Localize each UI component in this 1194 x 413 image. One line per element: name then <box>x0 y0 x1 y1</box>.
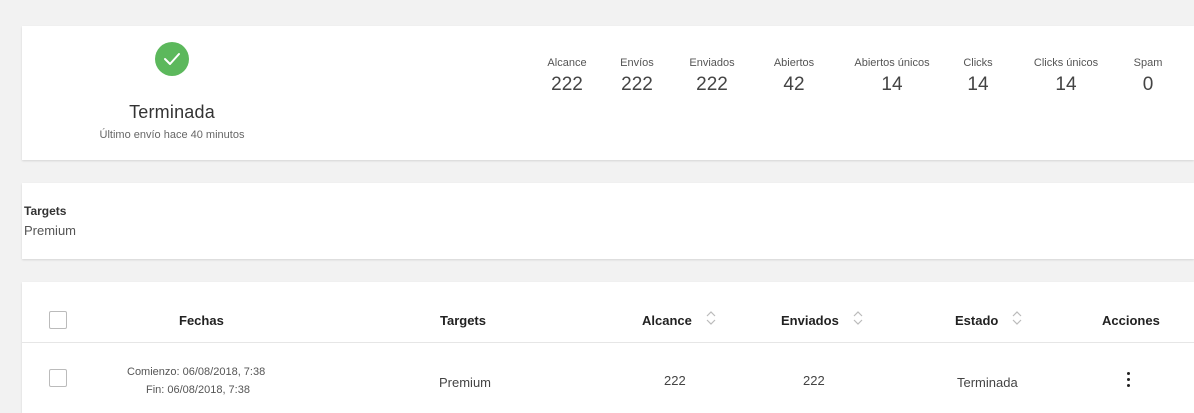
row-end-date: Fin: 06/08/2018, 7:38 <box>146 384 250 396</box>
stat-envios: Envíos 222 <box>617 57 657 96</box>
sends-table: Fechas Targets Alcance Enviados Estado A… <box>22 282 1194 413</box>
table-header-row: Fechas Targets Alcance Enviados Estado A… <box>22 282 1194 343</box>
header-enviados[interactable]: Enviados <box>781 310 863 329</box>
stat-value: 14 <box>967 74 989 95</box>
stat-label: Envíos <box>620 57 654 69</box>
stat-alcance: Alcance 222 <box>544 57 590 96</box>
row-start-date: Comienzo: 06/08/2018, 7:38 <box>127 366 266 378</box>
select-all-checkbox[interactable] <box>49 311 67 329</box>
stat-value: 42 <box>783 74 805 95</box>
sort-icon[interactable] <box>1012 310 1022 329</box>
stat-value: 14 <box>881 74 903 95</box>
campaign-summary-card: Terminada Último envío hace 40 minutos A… <box>22 26 1194 160</box>
check-icon <box>155 42 189 76</box>
stat-label: Clicks únicos <box>1033 57 1099 69</box>
stat-enviados: Enviados 222 <box>685 57 739 96</box>
stat-label: Clicks <box>963 57 993 69</box>
stat-value: 14 <box>1055 74 1077 95</box>
targets-value: Premium <box>24 223 77 238</box>
stat-value: 222 <box>621 74 653 95</box>
stat-clicks: Clicks 14 <box>960 57 996 96</box>
stat-label: Abiertos únicos <box>854 57 930 69</box>
stat-label: Spam <box>1133 57 1163 69</box>
row-alcance: 222 <box>664 373 686 388</box>
header-fechas: Fechas <box>179 313 224 328</box>
stat-value: 222 <box>551 74 583 95</box>
row-estado: Terminada <box>957 375 1018 390</box>
stat-value: 222 <box>696 74 728 95</box>
stat-abiertos: Abiertos 42 <box>769 57 819 96</box>
stat-spam: Spam 0 <box>1132 57 1164 96</box>
header-alcance-label: Alcance <box>642 313 692 328</box>
sort-icon[interactable] <box>706 310 716 329</box>
header-targets: Targets <box>440 313 486 328</box>
header-estado-label: Estado <box>955 313 999 328</box>
header-estado[interactable]: Estado <box>955 310 1022 329</box>
row-checkbox[interactable] <box>49 369 67 387</box>
more-actions-icon[interactable] <box>1127 372 1133 390</box>
status-subtitle: Último envío hace 40 minutos <box>99 129 245 141</box>
row-targets: Premium <box>439 375 492 390</box>
sort-icon[interactable] <box>853 310 863 329</box>
status-block: Terminada Último envío hace 40 minutos <box>82 42 262 141</box>
stat-label: Abiertos <box>773 57 815 69</box>
stat-value: 0 <box>1142 74 1154 95</box>
stat-label: Alcance <box>547 57 587 69</box>
status-title: Terminada <box>129 102 215 122</box>
header-acciones: Acciones <box>1102 313 1160 328</box>
stat-clicks-unicos: Clicks únicos 14 <box>1029 57 1103 96</box>
targets-card: Targets Premium <box>22 183 1194 259</box>
header-enviados-label: Enviados <box>781 313 839 328</box>
header-alcance[interactable]: Alcance <box>642 310 716 329</box>
row-enviados: 222 <box>803 373 825 388</box>
stat-abiertos-unicos: Abiertos únicos 14 <box>847 57 937 96</box>
stat-label: Enviados <box>689 57 735 69</box>
targets-label: Targets <box>24 204 67 218</box>
